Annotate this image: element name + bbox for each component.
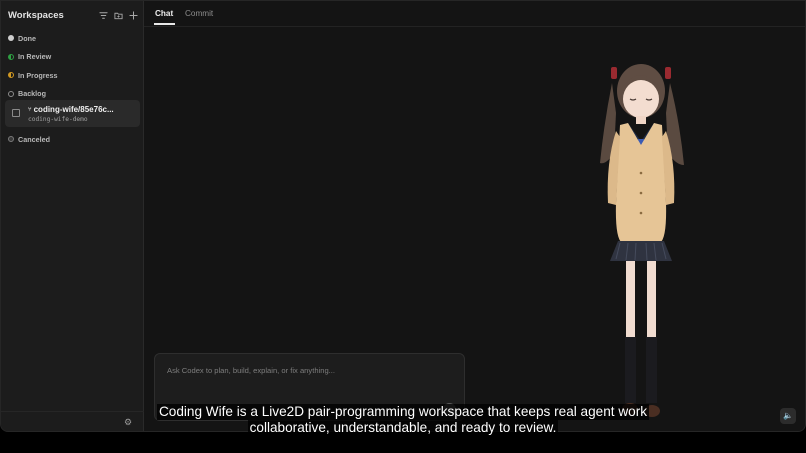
in-review-status-icon (8, 53, 14, 60)
group-label: In Review (18, 52, 52, 62)
workspace-branch-label: coding-wife/85e76c... (33, 105, 114, 114)
group-label: Backlog (18, 89, 46, 99)
sidebar-header: Workspaces (8, 8, 138, 22)
caption-line-1: Coding Wife is a Live2D pair-programming… (156, 404, 650, 420)
done-status-icon (8, 35, 14, 42)
workspace-item[interactable]: ⑂ coding-wife/85e76c... coding-wife-demo (5, 100, 140, 127)
caption-line-2: collaborative, understandable, and ready… (247, 419, 559, 435)
app-window: Workspaces Done In Review In Progress Ba… (0, 0, 806, 432)
group-in-progress[interactable]: In Progress (1, 66, 144, 85)
group-label: Canceled (18, 134, 50, 144)
group-label: Done (18, 33, 36, 43)
sidebar-actions (99, 10, 138, 20)
composer-placeholder[interactable]: Ask Codex to plan, build, explain, or fi… (167, 366, 335, 375)
active-tab-indicator (154, 23, 175, 25)
status-groups: Done In Review In Progress Backlog (1, 29, 144, 103)
group-in-review[interactable]: In Review (1, 48, 144, 67)
in-progress-status-icon (8, 72, 14, 79)
group-done[interactable]: Done (1, 29, 144, 48)
sidebar-title: Workspaces (8, 9, 64, 21)
tab-chat[interactable]: Chat (155, 9, 173, 18)
group-canceled[interactable]: Canceled (1, 130, 144, 149)
git-branch-icon: ⑂ (28, 106, 32, 113)
backlog-status-icon (8, 90, 14, 97)
canceled-status-icon (8, 136, 14, 143)
volume-icon[interactable]: 🔈 (780, 408, 796, 424)
group-label: In Progress (18, 70, 58, 80)
tab-bar: Chat Commit (144, 1, 805, 27)
main-panel: Chat Commit Ask Codex to plan, build, ex… (144, 1, 805, 431)
workspace-branch: ⑂ coding-wife/85e76c... (28, 105, 114, 114)
live2d-character (600, 64, 684, 417)
add-icon[interactable] (129, 10, 138, 20)
tab-commit[interactable]: Commit (185, 9, 213, 18)
canceled-row: Canceled (1, 130, 144, 149)
new-folder-icon[interactable] (114, 11, 123, 20)
video-captions: Coding Wife is a Live2D pair-programming… (0, 404, 806, 435)
workspace-sidebar: Workspaces Done In Review In Progress Ba… (1, 1, 144, 431)
workspace-name: coding-wife-demo (28, 116, 88, 123)
workspace-icon (12, 109, 20, 117)
filter-icon[interactable] (99, 11, 108, 20)
